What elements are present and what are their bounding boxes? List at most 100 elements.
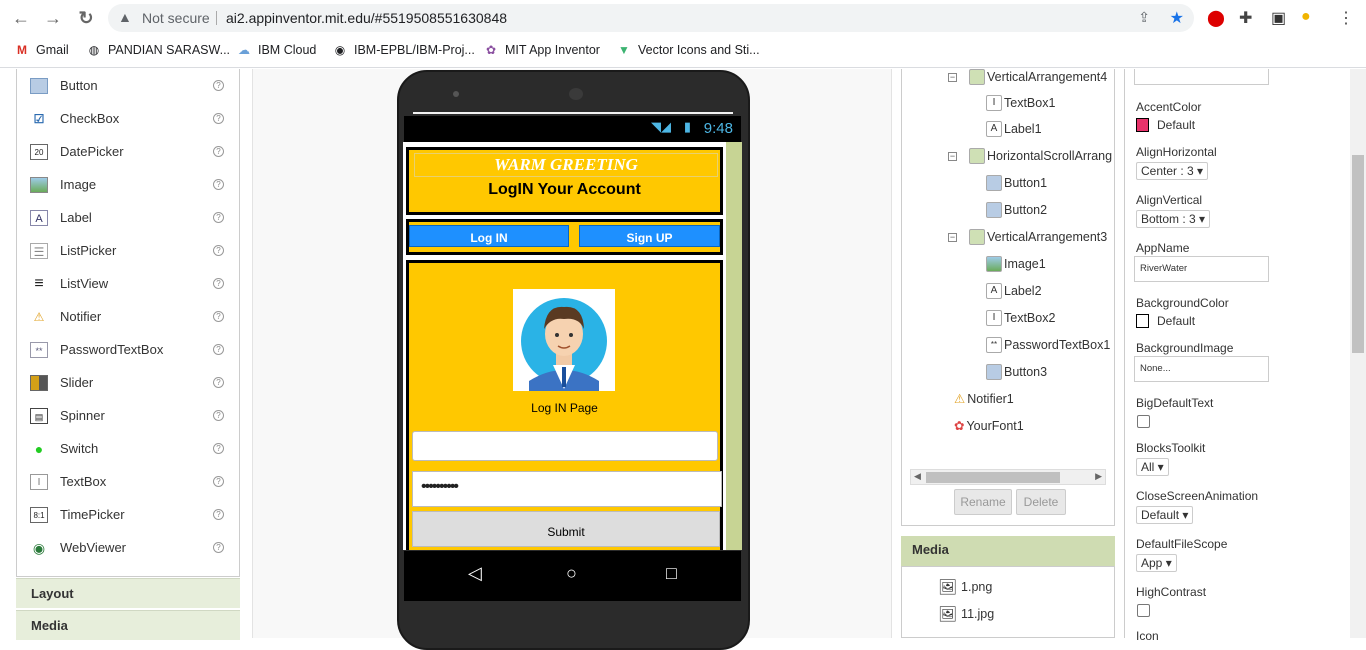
signup-button[interactable]: Sign UP — [579, 225, 720, 247]
bookmark-vector-icons[interactable]: ▼ Vector Icons and Sti... — [616, 42, 760, 58]
puzzle-icon[interactable]: ✚ — [1239, 8, 1252, 28]
bookmark-gmail[interactable]: M Gmail — [14, 42, 69, 58]
bookmark-ibm-cloud[interactable]: ☁ IBM Cloud — [236, 42, 316, 58]
bookmark-star-icon[interactable]: ★ — [1170, 8, 1184, 28]
appname-input[interactable]: RiverWater — [1134, 256, 1269, 282]
help-icon[interactable]: ? — [213, 278, 224, 289]
media-file-item[interactable]: 🖼 1.png — [938, 578, 992, 596]
help-icon[interactable]: ? — [213, 443, 224, 454]
palette-item-checkbox[interactable]: ☑ CheckBox? — [17, 102, 239, 135]
help-icon[interactable]: ? — [213, 179, 224, 190]
scroll-thumb[interactable] — [926, 472, 1060, 483]
tree-node-button1[interactable]: Button1 — [986, 175, 1047, 191]
default-file-scope-dropdown[interactable]: App ▾ — [1136, 554, 1177, 572]
media-file-item[interactable]: 🖼 11.jpg — [938, 605, 994, 623]
scroll-right-icon[interactable]: ▶ — [1095, 471, 1102, 482]
vertical-arrangement-login[interactable]: Log IN Page •••••••••• Submit — [406, 260, 723, 550]
palette-item-switch[interactable]: ● Switch? — [17, 432, 239, 465]
delete-button[interactable]: Delete — [1016, 489, 1066, 515]
tree-node-button3[interactable]: Button3 — [986, 364, 1047, 380]
back-icon[interactable]: ← — [11, 8, 31, 28]
help-icon[interactable]: ? — [213, 476, 224, 487]
address-bar[interactable]: ▲ Not secure ai2.appinventor.mit.edu/#55… — [108, 4, 1194, 32]
palette-item-button[interactable]: Button? — [17, 69, 239, 102]
username-textbox[interactable] — [412, 431, 718, 461]
tree-node-label1[interactable]: A Label1 — [986, 121, 1042, 137]
align-horizontal-dropdown[interactable]: Center : 3 ▾ — [1136, 162, 1209, 180]
login-page-label[interactable]: Log IN Page — [409, 401, 720, 415]
tree-node-passwordtextbox1[interactable]: ** PasswordTextBox1 — [986, 337, 1110, 353]
palette-item-listpicker[interactable]: ☰ ListPicker? — [17, 234, 239, 267]
help-icon[interactable]: ? — [213, 311, 224, 322]
greeting-label[interactable]: WARM GREETING — [414, 153, 718, 177]
about-screen-textarea[interactable] — [1134, 69, 1269, 85]
help-icon[interactable]: ? — [213, 344, 224, 355]
tree-node-label2[interactable]: A Label2 — [986, 283, 1042, 299]
sidepanel-icon[interactable]: ▣ — [1271, 8, 1286, 28]
palette-item-textbox[interactable]: I TextBox? — [17, 465, 239, 498]
rename-button[interactable]: Rename — [954, 489, 1012, 515]
tree-node-textbox2[interactable]: I TextBox2 — [986, 310, 1055, 326]
menu-icon[interactable]: ⋮ — [1338, 8, 1354, 28]
palette-item-notifier[interactable]: ⚠ Notifier? — [17, 300, 239, 333]
tree-node-verticalarrangement4[interactable]: − VerticalArrangement4 — [948, 69, 1107, 85]
big-default-text-checkbox[interactable] — [1137, 415, 1150, 428]
palette-item-spinner[interactable]: ▤ Spinner? — [17, 399, 239, 432]
blocks-toolkit-dropdown[interactable]: All ▾ — [1136, 458, 1169, 476]
palette-item-image[interactable]: Image? — [17, 168, 239, 201]
help-icon[interactable]: ? — [213, 377, 224, 388]
palette-section-media[interactable]: Media — [16, 610, 240, 640]
palette-section-layout[interactable]: Layout — [16, 578, 240, 608]
palette-item-slider[interactable]: Slider? — [17, 366, 239, 399]
align-vertical-dropdown[interactable]: Bottom : 3 ▾ — [1136, 210, 1211, 228]
reload-icon[interactable]: ↻ — [76, 8, 96, 28]
profile-avatar[interactable]: ● — [1301, 8, 1311, 26]
tree-node-horizontalscroll[interactable]: − HorizontalScrollArrang — [948, 148, 1112, 164]
tree-node-image1[interactable]: Image1 — [986, 256, 1046, 272]
help-icon[interactable]: ? — [213, 509, 224, 520]
help-icon[interactable]: ? — [213, 80, 224, 91]
bookmark-pandian[interactable]: ◍ PANDIAN SARASW... — [86, 42, 230, 58]
collapse-icon[interactable]: − — [948, 151, 957, 161]
scroll-left-icon[interactable]: ◀ — [914, 471, 921, 482]
palette-item-webviewer[interactable]: ◉ WebViewer? — [17, 531, 239, 564]
help-icon[interactable]: ? — [213, 146, 224, 157]
background-image-input[interactable]: None... — [1134, 356, 1269, 382]
palette-item-datepicker[interactable]: 20 DatePicker? — [17, 135, 239, 168]
close-screen-animation-dropdown[interactable]: Default ▾ — [1136, 506, 1194, 524]
palette-item-passwordtextbox[interactable]: ** PasswordTextBox? — [17, 333, 239, 366]
submit-button[interactable]: Submit — [412, 511, 720, 547]
bookmark-github[interactable]: ◉ IBM-EPBL/IBM-Proj... — [332, 42, 475, 58]
help-icon[interactable]: ? — [213, 212, 224, 223]
vertical-arrangement-greeting[interactable]: WARM GREETING LogIN Your Account — [406, 147, 723, 215]
tree-node-yourfont1[interactable]: ✿ YourFont1 — [954, 418, 1024, 434]
help-icon[interactable]: ? — [213, 245, 224, 256]
palette-item-timepicker[interactable]: 8:1 TimePicker? — [17, 498, 239, 531]
avatar-image[interactable] — [513, 289, 615, 391]
collapse-icon[interactable]: − — [948, 232, 957, 242]
url-text[interactable]: ai2.appinventor.mit.edu/#551950855163084… — [226, 10, 507, 26]
tree-horizontal-scrollbar[interactable]: ◀ ▶ — [910, 469, 1106, 485]
share-icon[interactable]: ⇪ — [1138, 9, 1150, 26]
palette-item-listview[interactable]: ≡ ListView? — [17, 267, 239, 300]
bookmark-app-inventor[interactable]: ✿ MIT App Inventor — [483, 42, 600, 58]
background-color-picker[interactable]: Default — [1136, 314, 1195, 328]
tree-node-textbox1[interactable]: I TextBox1 — [986, 95, 1055, 111]
tree-node-button2[interactable]: Button2 — [986, 202, 1047, 218]
help-icon[interactable]: ? — [213, 542, 224, 553]
collapse-icon[interactable]: − — [948, 72, 957, 82]
page-vertical-scrollbar[interactable] — [1350, 69, 1366, 638]
login-button[interactable]: Log IN — [409, 225, 569, 247]
forward-icon[interactable]: → — [43, 8, 63, 28]
scroll-thumb[interactable] — [1352, 155, 1364, 353]
help-icon[interactable]: ? — [213, 113, 224, 124]
tree-node-verticalarrangement3[interactable]: − VerticalArrangement3 — [948, 229, 1107, 245]
accent-color-picker[interactable]: Default — [1136, 118, 1195, 132]
horizontal-scroll-arrangement[interactable]: Log IN Sign UP — [406, 219, 723, 255]
tree-node-notifier1[interactable]: ⚠ Notifier1 — [954, 391, 1014, 407]
login-account-label[interactable]: LogIN Your Account — [409, 178, 720, 202]
high-contrast-checkbox[interactable] — [1137, 604, 1150, 617]
password-textbox[interactable]: •••••••••• — [412, 471, 722, 507]
palette-item-label[interactable]: A Label? — [17, 201, 239, 234]
extension-icon[interactable]: ⬤ — [1207, 8, 1225, 28]
